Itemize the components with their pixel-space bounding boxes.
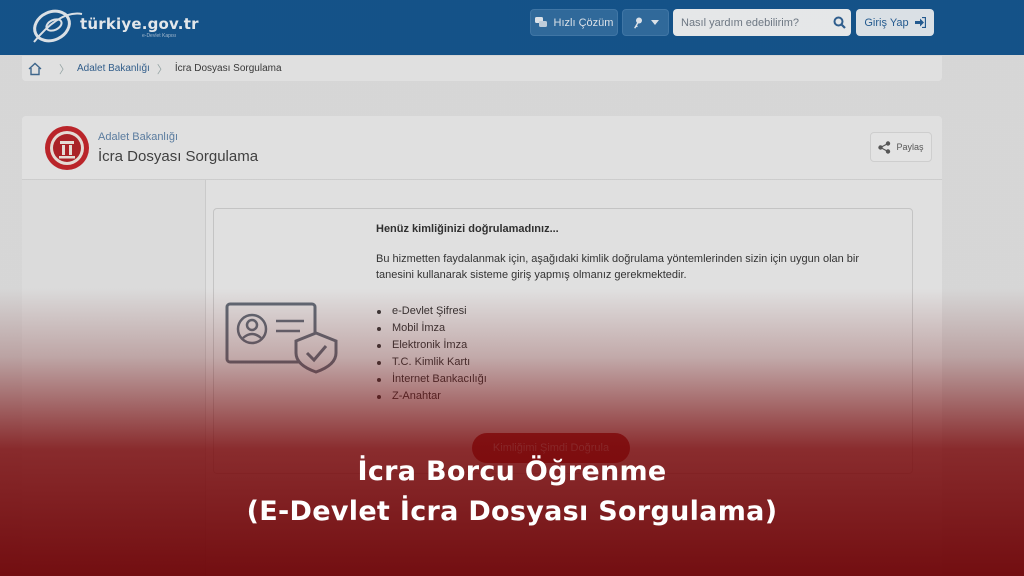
auth-methods-list: e-Devlet Şifresi Mobil İmza Elektronik İ… [376, 303, 487, 405]
ministry-emblem-icon [45, 126, 89, 170]
login-button[interactable]: Giriş Yap [856, 9, 934, 36]
list-item: T.C. Kimlik Kartı [376, 354, 487, 371]
home-icon[interactable] [28, 62, 42, 76]
list-item: Mobil İmza [376, 320, 487, 337]
key-menu-button[interactable] [622, 9, 669, 36]
identity-card-shield-icon [225, 302, 338, 374]
service-header: Adalet Bakanlığı İcra Dosyası Sorgulama … [22, 116, 942, 180]
sign-in-icon [914, 17, 926, 28]
quick-solution-button[interactable]: Hızlı Çözüm [530, 9, 618, 36]
breadcrumb: 〉 Adalet Bakanlığı 〉 İcra Dosyası Sorgul… [22, 56, 942, 81]
turkiye-gov-logo[interactable]: türkiye.gov.tr e-Devlet Kapısı [30, 6, 200, 46]
banner-title: İcra Borcu Öğrenme [357, 456, 667, 487]
list-item: e-Devlet Şifresi [376, 303, 487, 320]
quick-solution-label: Hızlı Çözüm [553, 16, 614, 29]
caret-down-icon [650, 20, 659, 25]
login-label: Giriş Yap [864, 16, 909, 29]
page-title: İcra Dosyası Sorgulama [98, 148, 259, 165]
auth-notice-panel: Henüz kimliğinizi doğrulamadınız... Bu h… [213, 208, 913, 474]
breadcrumb-item-current: İcra Dosyası Sorgulama [174, 63, 282, 74]
search-box [673, 9, 851, 36]
search-input[interactable] [673, 9, 823, 36]
list-item: İnternet Bankacılığı [376, 371, 487, 388]
list-item: Z-Anahtar [376, 388, 487, 405]
institution-name[interactable]: Adalet Bakanlığı [98, 131, 178, 143]
banner-subtitle: (E-Devlet İcra Dosyası Sorgulama) [246, 496, 778, 527]
breadcrumb-item-institution[interactable]: Adalet Bakanlığı [77, 63, 150, 74]
list-item: Elektronik İmza [376, 337, 487, 354]
notice-description: Bu hizmetten faydalanmak için, aşağıdaki… [376, 253, 860, 281]
search-icon[interactable] [833, 16, 846, 29]
chat-bubbles-icon [534, 17, 547, 27]
logo-subtitle: e-Devlet Kapısı [142, 33, 177, 39]
key-icon [633, 17, 642, 28]
notice-title: Henüz kimliğinizi doğrulamadınız... [376, 223, 559, 235]
breadcrumb-separator: 〉 [59, 63, 70, 76]
share-icon [878, 140, 891, 154]
logo-text: türkiye.gov.tr [80, 15, 199, 33]
share-label: Paylaş [896, 142, 924, 152]
breadcrumb-separator: 〉 [156, 63, 168, 76]
top-header: türkiye.gov.tr e-Devlet Kapısı Hızlı Çöz… [0, 0, 1024, 55]
share-button[interactable]: Paylaş [870, 132, 932, 162]
